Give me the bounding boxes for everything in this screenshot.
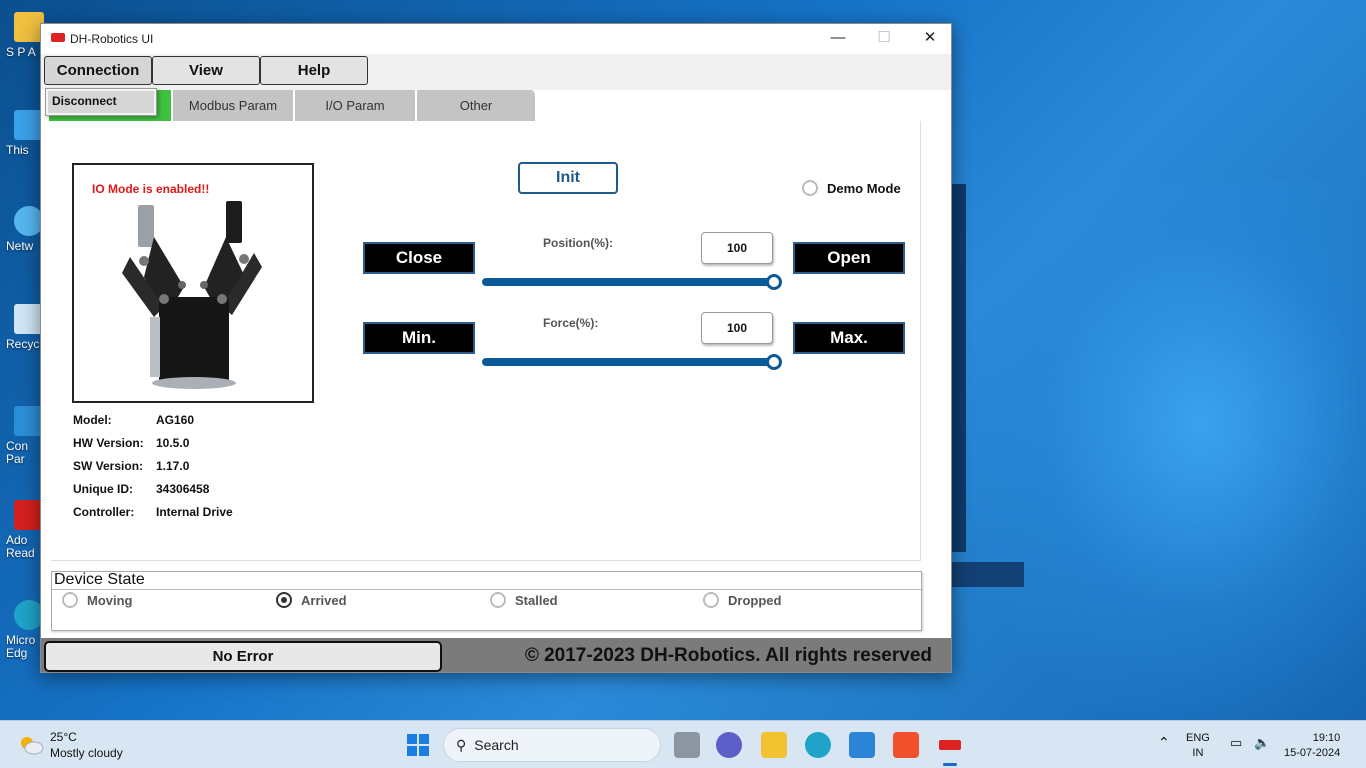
clock[interactable]: 19:10 15-07-2024	[1284, 731, 1340, 761]
state-label: Dropped	[728, 592, 782, 608]
info-key: Controller:	[73, 505, 135, 519]
force-slider-track[interactable]	[482, 358, 774, 366]
store-icon[interactable]	[849, 732, 875, 758]
menu-help[interactable]: Help	[260, 56, 368, 85]
wallpaper-bar	[952, 562, 1024, 587]
demo-mode-radio[interactable]: Demo Mode	[802, 180, 901, 196]
window-title: DH-Robotics UI	[70, 32, 154, 46]
language-indicator[interactable]: ENG IN	[1186, 731, 1210, 761]
connection-dropdown: Disconnect	[45, 88, 157, 116]
min-force-button[interactable]: Min.	[363, 322, 475, 354]
radio-circle-icon	[703, 592, 719, 608]
close-gripper-button[interactable]: Close	[363, 242, 475, 274]
state-moving-radio[interactable]: Moving	[62, 592, 133, 608]
radio-circle-icon	[802, 180, 818, 196]
demo-mode-label: Demo Mode	[827, 180, 901, 196]
status-bar: No Error © 2017-2023 DH-Robotics. All ri…	[41, 638, 951, 672]
init-button[interactable]: Init	[518, 162, 618, 194]
info-value: Internal Drive	[156, 505, 233, 519]
divider	[52, 589, 921, 590]
info-value: AG160	[156, 413, 195, 427]
copyright-text: © 2017-2023 DH-Robotics. All rights rese…	[524, 645, 932, 666]
menu-bar: Connection View Help	[41, 54, 951, 90]
info-value: 10.5.0	[156, 436, 190, 450]
network-icon[interactable]: ▭	[1230, 735, 1242, 750]
tab-bar: Modbus Param I/O Param Other	[41, 90, 951, 121]
minimize-button[interactable]: —	[815, 24, 861, 54]
force-slider-thumb[interactable]	[766, 354, 782, 370]
search-label: Search	[474, 737, 519, 753]
app-logo-icon	[51, 33, 65, 42]
error-status: No Error	[44, 641, 442, 672]
info-key: HW Version:	[73, 436, 144, 450]
active-app-indicator	[943, 763, 957, 766]
temperature: 25°C	[50, 730, 77, 744]
state-label: Stalled	[515, 592, 558, 608]
tab-io-param[interactable]: I/O Param	[295, 90, 417, 121]
info-model: Model: AG160	[73, 413, 194, 427]
radio-circle-icon	[62, 592, 78, 608]
edge-icon[interactable]	[805, 732, 831, 758]
io-mode-message: IO Mode is enabled!!	[92, 182, 210, 196]
device-state-title: Device State	[54, 571, 145, 588]
start-icon[interactable]	[405, 732, 431, 758]
state-label: Arrived	[301, 592, 347, 608]
open-gripper-button[interactable]: Open	[793, 242, 905, 274]
tab-other[interactable]: Other	[417, 90, 537, 121]
position-input[interactable]: 100	[701, 232, 773, 264]
language-code: ENG	[1186, 732, 1210, 744]
info-key: Unique ID:	[73, 482, 133, 496]
position-slider-track[interactable]	[482, 278, 774, 286]
menu-item-disconnect[interactable]: Disconnect	[48, 91, 154, 113]
main-panel: IO Mode is enabled!! Model: AG160 HW Vers…	[51, 121, 921, 561]
force-label: Force(%):	[543, 316, 599, 330]
region-code: IN	[1192, 747, 1204, 759]
force-input[interactable]: 100	[701, 312, 773, 344]
info-value: 34306458	[156, 482, 210, 496]
menu-connection[interactable]: Connection	[44, 56, 152, 85]
show-hidden-icons[interactable]: ⌃	[1158, 735, 1170, 750]
close-window-button[interactable]: ✕	[907, 24, 953, 54]
search-icon: ⚲	[456, 736, 467, 753]
app-window: DH-Robotics UI — ☐ ✕ Connection View Hel…	[40, 23, 952, 673]
info-hw-version: HW Version: 10.5.0	[73, 436, 189, 450]
weather-condition: Mostly cloudy	[50, 746, 123, 760]
file-explorer-icon[interactable]	[761, 732, 787, 758]
radio-circle-icon	[490, 592, 506, 608]
state-dropped-radio[interactable]: Dropped	[703, 592, 781, 608]
position-label: Position(%):	[543, 236, 613, 250]
dh-robotics-icon[interactable]	[937, 732, 963, 758]
time: 19:10	[1312, 732, 1341, 744]
max-force-button[interactable]: Max.	[793, 322, 905, 354]
cloudy-weather-icon	[21, 737, 44, 755]
state-label: Moving	[87, 592, 133, 608]
tab-modbus-param[interactable]: Modbus Param	[173, 90, 295, 121]
radio-selected-icon	[276, 592, 292, 608]
weather-widget[interactable]: 25°C Mostly cloudy	[18, 729, 123, 761]
brave-icon[interactable]	[893, 732, 919, 758]
volume-icon[interactable]: 🔈	[1254, 735, 1270, 750]
menu-view[interactable]: View	[152, 56, 260, 85]
gripper-image-box: IO Mode is enabled!!	[72, 163, 314, 403]
taskbar-search[interactable]: ⚲ Search	[443, 728, 661, 762]
wallpaper-shape	[952, 184, 966, 552]
device-state-group: Device State Moving Arrived Stalled Drop…	[51, 571, 922, 631]
taskbar: 25°C Mostly cloudy ⚲ Search ⌃ ENG IN ▭ 🔈…	[0, 720, 1366, 768]
task-view-icon[interactable]	[674, 732, 700, 758]
info-value: 1.17.0	[156, 459, 190, 473]
info-controller: Controller: Internal Drive	[73, 505, 233, 519]
state-stalled-radio[interactable]: Stalled	[490, 592, 558, 608]
date: 15-07-2024	[1284, 747, 1341, 759]
gripper-image-icon	[122, 201, 262, 389]
info-key: Model:	[73, 413, 112, 427]
state-arrived-radio[interactable]: Arrived	[276, 592, 347, 608]
info-unique-id: Unique ID: 34306458	[73, 482, 209, 496]
teams-icon[interactable]	[716, 732, 742, 758]
maximize-button[interactable]: ☐	[861, 24, 907, 54]
position-slider-thumb[interactable]	[766, 274, 782, 290]
info-sw-version: SW Version: 1.17.0	[73, 459, 189, 473]
title-bar[interactable]: DH-Robotics UI — ☐ ✕	[41, 24, 951, 54]
wallpaper-glow	[950, 180, 1366, 720]
info-key: SW Version:	[73, 459, 144, 473]
